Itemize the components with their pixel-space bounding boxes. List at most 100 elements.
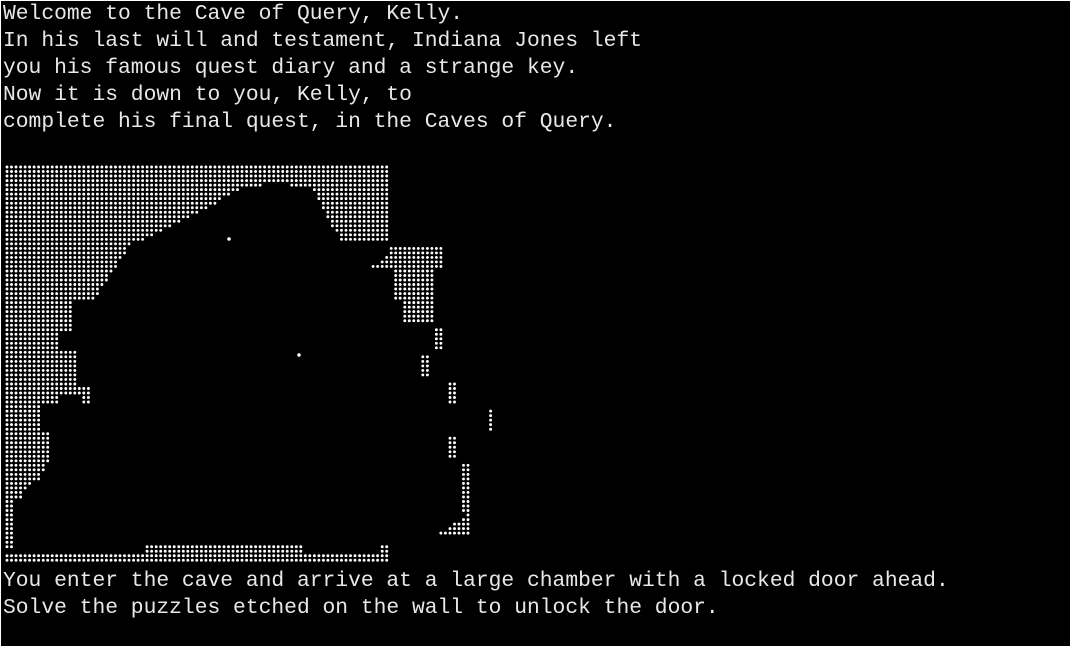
cave-rock-dot: [407, 251, 411, 255]
cave-rock-dot: [86, 251, 90, 255]
cave-rock-dot: [55, 301, 59, 305]
cave-rock-dot: [199, 192, 203, 196]
cave-rock-dot: [177, 170, 181, 173]
cave-rock-dot: [23, 287, 27, 291]
cave-rock-dot: [326, 197, 330, 201]
cave-rock-dot: [281, 174, 285, 178]
cave-rock-dot: [50, 206, 54, 210]
cave-rock-dot: [14, 355, 18, 359]
cave-rock-dot: [32, 432, 36, 436]
cave-rock-dot: [430, 310, 434, 314]
cave-rock-dot: [132, 206, 136, 210]
cave-rock-dot: [37, 441, 41, 445]
cave-rock-dot: [190, 183, 194, 187]
cave-rock-dot: [326, 215, 330, 219]
cave-rock-dot: [95, 215, 99, 219]
cave-rock-dot: [46, 310, 50, 314]
cave-rock-dot: [73, 188, 77, 192]
cave-rock-dot: [434, 246, 438, 250]
cave-rock-dot: [104, 210, 108, 214]
cave-rock-dot: [385, 545, 389, 549]
cave-rock-dot: [41, 292, 45, 296]
cave-rock-dot: [77, 179, 81, 183]
cave-rock-dot: [407, 287, 411, 291]
cave-rock-dot: [37, 228, 41, 232]
cave-rock-dot: [132, 237, 136, 241]
cave-rock-dot: [362, 228, 366, 232]
cave-rock-dot: [353, 201, 357, 205]
cave-rock-dot: [439, 531, 443, 535]
cave-rock-dot: [195, 165, 199, 169]
cave-rock-dot: [421, 260, 425, 264]
cave-rock-dot: [95, 224, 99, 228]
cave-rock-dot: [245, 554, 249, 558]
cave-rock-dot: [46, 296, 50, 300]
cave-rock-dot: [23, 296, 27, 300]
cave-rock-dot: [14, 391, 18, 395]
cave-rock-dot: [95, 210, 99, 214]
cave-rock-dot: [385, 165, 389, 169]
cave-rock-dot: [412, 255, 416, 259]
cave-rock-dot: [109, 206, 113, 210]
cave-rock-dot: [28, 368, 32, 372]
cave-rock-dot: [190, 201, 194, 205]
cave-rock-dot: [86, 183, 90, 187]
cave-rock-dot: [28, 377, 32, 381]
cave-rock-dot: [362, 558, 366, 562]
cave-rock-dot: [453, 527, 456, 531]
cave-rock-dot: [163, 201, 167, 205]
cave-rock-dot: [312, 170, 316, 173]
cave-rock-dot: [10, 432, 13, 436]
cave-rock-dot: [32, 301, 36, 305]
cave-rock-dot: [127, 197, 131, 201]
cave-rock-dot: [371, 228, 375, 232]
cave-rock-dot: [376, 554, 380, 558]
cave-rock-dot: [10, 165, 13, 169]
cave-rock-dot: [118, 219, 122, 223]
cave-rock-dot: [349, 183, 352, 187]
cave-rock-dot: [150, 183, 154, 187]
cave-rock-dot: [258, 174, 262, 178]
cave-rock-dot: [299, 558, 303, 562]
cave-rock-dot: [19, 445, 23, 449]
cave-rock-dot: [398, 264, 402, 268]
cave-rock-dot: [59, 292, 63, 296]
cave-rock-dot: [340, 219, 343, 223]
cave-rock-dot: [41, 237, 45, 241]
cave-rock-dot: [10, 278, 13, 282]
cave-rock-dot: [294, 174, 298, 178]
cave-rock-dot: [299, 165, 303, 169]
cave-rock-dot: [14, 237, 18, 241]
cave-rock-dot: [50, 292, 54, 296]
cave-rock-dot: [376, 201, 380, 205]
cave-rock-dot: [73, 287, 77, 291]
cave-rock-dot: [118, 228, 122, 232]
cave-rock-dot: [5, 490, 9, 494]
cave-rock-dot: [340, 197, 343, 201]
cave-rock-dot: [127, 242, 131, 246]
cave-rock-dot: [240, 545, 244, 549]
cave-rock-dot: [326, 183, 330, 187]
cave-rock-dot: [421, 305, 425, 309]
cave-rock-dot: [118, 170, 122, 173]
cave-rock-dot: [28, 328, 32, 332]
cave-rock-dot: [86, 264, 90, 268]
cave-rock-dot: [317, 183, 321, 187]
cave-rock-dot: [403, 278, 407, 282]
cave-rock-dot: [145, 183, 149, 187]
cave-rock-dot: [55, 246, 59, 250]
cave-rock-dot: [150, 197, 154, 201]
cave-rock-dot: [213, 174, 217, 178]
cave-rock-dot: [349, 554, 352, 558]
cave-rock-dot: [77, 201, 81, 205]
cave-rock-dot: [28, 206, 32, 210]
cave-rock-dot: [168, 179, 172, 183]
cave-rock-dot: [32, 472, 36, 476]
cave-rock-dot: [177, 210, 181, 214]
cave-rock-dot: [344, 174, 348, 178]
cave-rock-dot: [335, 165, 339, 169]
cave-rock-dot: [37, 463, 41, 467]
cave-rock-dot: [10, 219, 13, 223]
cave-rock-dot: [349, 179, 352, 183]
cave-rock-dot: [168, 197, 172, 201]
